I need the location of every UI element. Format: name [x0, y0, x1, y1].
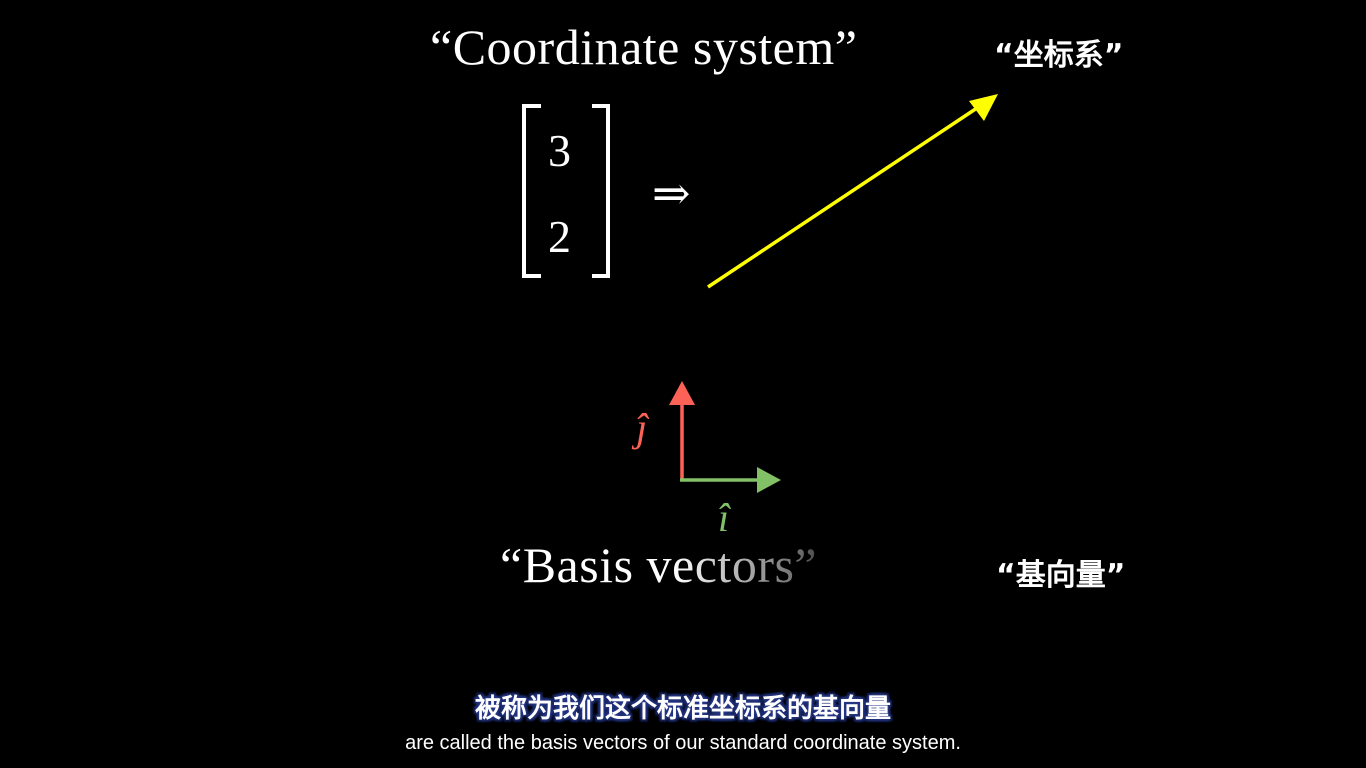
coordinate-system-title-cn: “坐标系” — [994, 38, 1124, 73]
matrix-entry-bottom: 2 — [548, 211, 571, 262]
basis-vectors-title: “Basis vectors” — [500, 537, 818, 593]
diagram-canvas — [522, 94, 998, 493]
j-hat-label: ĵ — [636, 405, 648, 450]
i-hat-label: î — [718, 495, 730, 540]
subtitle-chinese: 被称为我们这个标准坐标系的基向量 — [474, 694, 891, 724]
subtitle-english: are called the basis vectors of our stan… — [405, 732, 961, 754]
basis-vectors-title-cn: “基向量” — [996, 558, 1126, 593]
matrix-right-bracket — [592, 104, 610, 278]
coordinate-system-title: “Coordinate system” — [430, 19, 858, 75]
matrix-entry-top: 3 — [548, 125, 571, 176]
j-hat-vector-arrow — [669, 381, 695, 480]
i-hat-vector-arrow — [680, 467, 781, 493]
matrix-left-bracket — [522, 104, 541, 278]
yellow-vector-arrow — [707, 94, 998, 289]
implies-arrow-symbol: ⇒ — [652, 166, 691, 220]
